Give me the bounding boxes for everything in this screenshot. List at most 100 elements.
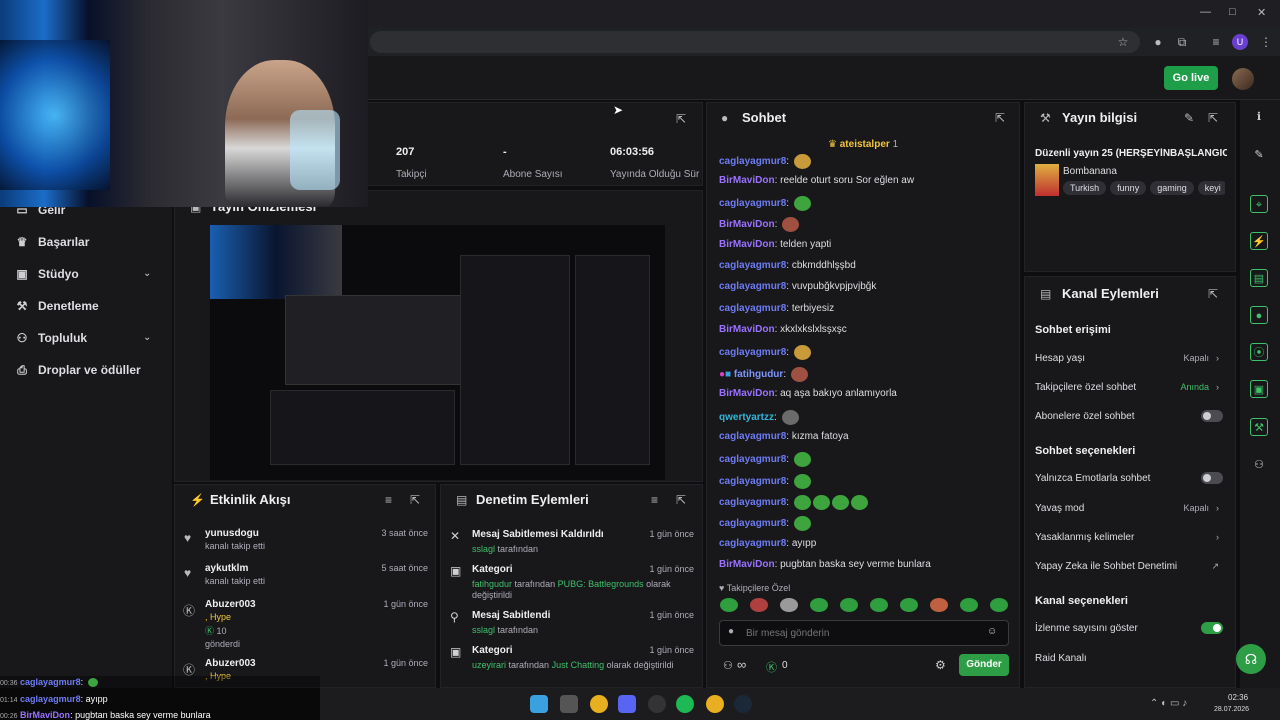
tag[interactable]: gaming (1150, 181, 1194, 195)
emote-shortcut[interactable] (870, 598, 888, 612)
minimize-button[interactable]: — (1200, 6, 1211, 18)
overlay-text: : pugbtan baska sey verme bunlara (70, 710, 211, 720)
sidebar-item-studyo[interactable]: ▣ Stüdyo (14, 264, 78, 284)
user-avatar[interactable] (1232, 68, 1254, 90)
sub-only-toggle[interactable] (1201, 410, 1223, 422)
sidebar-item-denetleme[interactable]: ⚒ Denetleme (14, 296, 99, 316)
chat-username[interactable]: caglayagmur8 (719, 198, 786, 209)
tray-icons[interactable]: ⌃ ◐ ▭ ♪ (1150, 698, 1187, 709)
start-icon[interactable] (530, 695, 548, 713)
popout-icon[interactable]: ⇱ (676, 493, 686, 507)
account-age-row[interactable]: Hesap yaşı Kapalı › (1035, 353, 1225, 364)
wrench-icon[interactable]: ⚒ (1250, 418, 1268, 436)
bookmark-star-icon[interactable]: ☆ (1115, 34, 1131, 50)
send-button[interactable]: Gönder (959, 654, 1009, 676)
info-icon[interactable]: ℹ (1250, 108, 1268, 126)
chat-username[interactable]: caglayagmur8 (719, 518, 786, 529)
show-viewers-toggle[interactable] (1201, 622, 1223, 634)
chat-username[interactable]: caglayagmur8 (719, 454, 786, 465)
users-icon[interactable]: ⚇ (1250, 456, 1268, 474)
focus-icon[interactable]: ⌖ (1250, 195, 1268, 213)
chat-username[interactable]: caglayagmur8 (719, 347, 786, 358)
popout-icon[interactable]: ⇱ (1208, 287, 1218, 301)
raid-row[interactable]: Raid Kanalı (1035, 653, 1225, 664)
bolt-icon: ⚡ (190, 493, 205, 507)
clock-date: 28.07.2026 (1214, 706, 1250, 713)
edit-pencil-icon[interactable]: ✎ (1250, 146, 1268, 164)
gear-icon[interactable]: ⚙ (935, 658, 946, 672)
discord-icon[interactable] (618, 695, 636, 713)
banned-words-row[interactable]: Yasaklanmış kelimeler › (1035, 532, 1225, 543)
chat-username[interactable]: caglayagmur8 (719, 260, 786, 271)
emote-shortcut[interactable] (810, 598, 828, 612)
users-icon[interactable]: ⚇ (723, 659, 733, 672)
stream-preview-video[interactable] (210, 225, 665, 480)
chat-username[interactable]: BirMaviDon (719, 239, 775, 250)
document-icon[interactable]: ▤ (1250, 269, 1268, 287)
chat-username[interactable]: caglayagmur8 (719, 281, 786, 292)
tag[interactable]: Turkish (1063, 181, 1107, 195)
chrome-icon[interactable] (590, 695, 608, 713)
popout-icon[interactable]: ⇱ (676, 112, 686, 126)
extension-icon[interactable]: ● (1150, 34, 1166, 50)
steam-icon[interactable] (734, 695, 752, 713)
chat-username[interactable]: BirMaviDon (719, 388, 775, 399)
emote-only-toggle[interactable] (1201, 472, 1223, 484)
address-bar[interactable] (370, 31, 1140, 53)
category-icon: ▣ (450, 645, 462, 659)
sidebar-item-droplar[interactable]: ⎙ Droplar ve ödüller (14, 360, 141, 380)
emoji-icon[interactable]: ☺ (987, 626, 997, 637)
emote-shortcut[interactable] (780, 598, 798, 612)
tag[interactable]: keyi (1197, 181, 1225, 195)
tag[interactable]: funny (1110, 181, 1147, 195)
bolt-icon[interactable]: ⚡ (1250, 232, 1268, 250)
maximize-button[interactable]: □ (1229, 6, 1236, 18)
chat-username[interactable]: caglayagmur8 (719, 476, 786, 487)
emote-shortcut[interactable] (750, 598, 768, 612)
sidebar-item-topluluk[interactable]: ⚇ Topluluk (14, 328, 88, 348)
chat-username[interactable]: caglayagmur8 (719, 303, 786, 314)
chat-username[interactable]: caglayagmur8 (719, 431, 786, 442)
chat-username[interactable]: caglayagmur8 (719, 538, 786, 549)
chat-username[interactable]: caglayagmur8 (719, 497, 786, 508)
puzzle-icon[interactable]: ⧉ (1174, 34, 1190, 50)
popout-icon[interactable]: ⇱ (1208, 111, 1218, 125)
chat-input[interactable] (746, 623, 976, 643)
chat-username[interactable]: caglayagmur8 (719, 156, 786, 167)
emote-shortcut[interactable] (960, 598, 978, 612)
chat-username[interactable]: qwertyartzz (719, 412, 774, 423)
menu-kebab-icon[interactable]: ⋮ (1258, 34, 1274, 50)
chat-username[interactable]: fatihgudur (734, 369, 783, 380)
help-button[interactable]: ☊ (1236, 644, 1266, 674)
ai-mod-row[interactable]: Yapay Zeka ile Sohbet Denetimi ↗ (1035, 561, 1225, 572)
chat-username[interactable]: BirMaviDon (719, 219, 775, 230)
filter-icon[interactable]: ≡ (651, 493, 658, 507)
filter-icon[interactable]: ≡ (385, 493, 392, 507)
emote-shortcut[interactable] (720, 598, 738, 612)
popout-icon[interactable]: ⇱ (995, 111, 1005, 125)
broadcast-icon[interactable]: ⦿ (1250, 343, 1268, 361)
emote-shortcut[interactable] (840, 598, 858, 612)
go-live-button[interactable]: Go live (1164, 66, 1218, 90)
media-icon[interactable]: ≡ (1208, 34, 1224, 50)
emote-shortcut[interactable] (930, 598, 948, 612)
channel-icon[interactable]: ▣ (1250, 380, 1268, 398)
sidebar-item-basarilar[interactable]: ♛ Başarılar (14, 232, 90, 252)
chat-username[interactable]: BirMaviDon (719, 559, 775, 570)
taskview-icon[interactable] (560, 695, 578, 713)
close-button[interactable]: ✕ (1257, 6, 1266, 19)
emote-shortcut[interactable] (990, 598, 1008, 612)
chat-username[interactable]: BirMaviDon (719, 175, 775, 186)
spotify-icon[interactable] (676, 695, 694, 713)
pinned-banner[interactable]: ♛ ateistalper 1 (828, 139, 898, 150)
profile-icon[interactable]: U (1232, 34, 1248, 50)
chat-icon[interactable]: ● (1250, 306, 1268, 324)
obs-icon[interactable] (648, 695, 666, 713)
popout-icon[interactable]: ⇱ (410, 493, 420, 507)
slow-mode-row[interactable]: Yavaş mod Kapalı › (1035, 503, 1225, 514)
chrome-icon[interactable] (706, 695, 724, 713)
edit-pencil-icon[interactable]: ✎ (1184, 111, 1194, 125)
follower-only-row[interactable]: Takipçilere özel sohbet Anında › (1035, 382, 1225, 393)
emote-shortcut[interactable] (900, 598, 918, 612)
chat-username[interactable]: BirMaviDon (719, 324, 775, 335)
